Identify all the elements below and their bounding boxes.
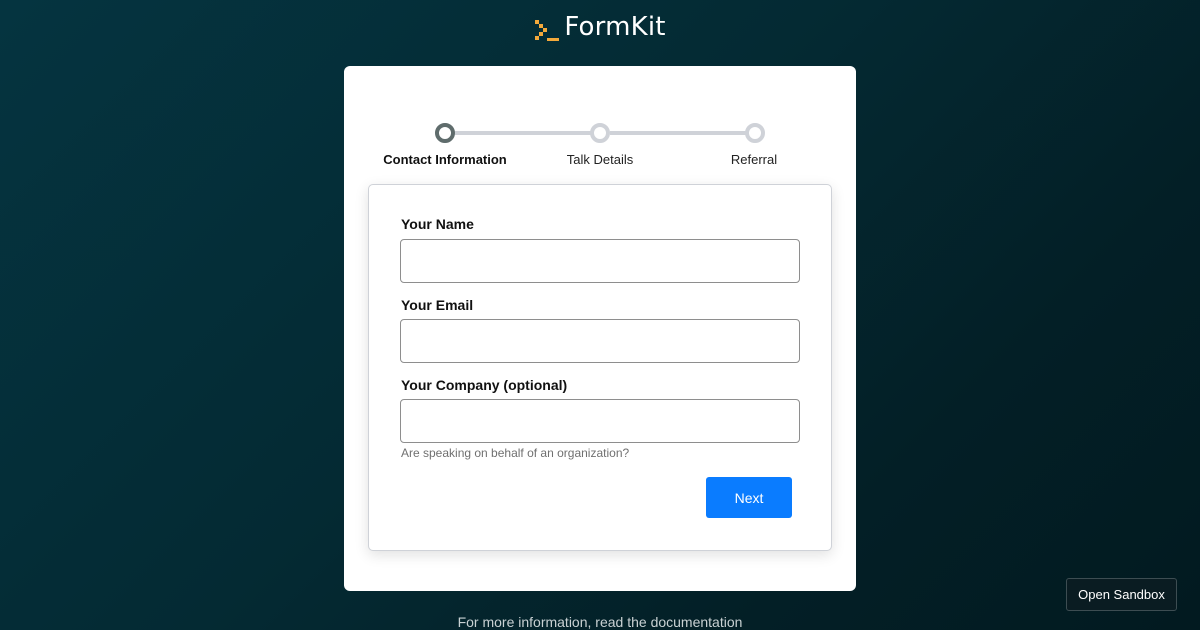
step-connector [455, 131, 598, 135]
step-dot-talk-details[interactable] [590, 123, 610, 143]
logo-text: FormKit [564, 12, 666, 42]
email-label: Your Email [401, 297, 474, 313]
open-sandbox-button[interactable]: Open Sandbox [1066, 578, 1177, 611]
footer-info: For more information, read the documenta… [0, 614, 1200, 630]
logo: FormKit [0, 12, 1200, 42]
form-card: Contact Information Talk Details Referra… [344, 66, 856, 591]
step-dot-referral[interactable] [745, 123, 765, 143]
step-label-talk-details[interactable]: Talk Details [567, 152, 633, 167]
formkit-logo-icon [534, 12, 560, 42]
step-label-referral[interactable]: Referral [731, 152, 777, 167]
footer-prefix: For more information, read the [457, 614, 651, 630]
step-connector [610, 131, 753, 135]
step-label-contact-information[interactable]: Contact Information [383, 152, 507, 167]
name-input[interactable] [400, 239, 800, 283]
email-input[interactable] [400, 319, 800, 363]
next-button[interactable]: Next [706, 477, 792, 518]
stepper: Contact Information Talk Details Referra… [344, 66, 856, 186]
documentation-link[interactable]: documentation [651, 614, 743, 630]
step-dot-contact-information[interactable] [435, 123, 455, 143]
contact-form: Your Name Your Email Your Company (optio… [368, 184, 832, 551]
company-label: Your Company (optional) [401, 377, 568, 393]
name-label: Your Name [401, 216, 474, 232]
company-help-text: Are speaking on behalf of an organizatio… [401, 446, 630, 460]
company-input[interactable] [400, 399, 800, 443]
